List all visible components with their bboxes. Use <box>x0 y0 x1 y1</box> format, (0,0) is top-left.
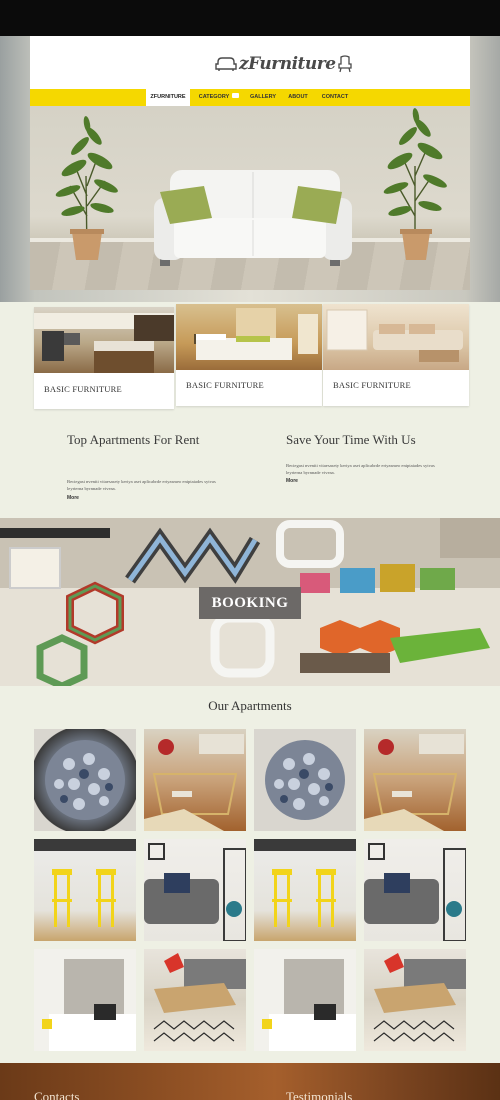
more-link-apartments[interactable]: More <box>67 495 79 501</box>
info-body-save-time: Beciegast nveniti vitaesasety kertya ase… <box>286 463 435 475</box>
nav-label: CONTACT <box>321 94 349 100</box>
nav-label: GALLERY <box>249 94 277 100</box>
logo[interactable]: zFurniture <box>215 52 352 76</box>
gallery-tile-grey-sofa-2[interactable] <box>364 839 466 941</box>
site-header: zFurniture <box>30 36 470 89</box>
sofa <box>154 170 352 266</box>
footer-contacts-heading: Contacts <box>34 1089 80 1100</box>
nav-label: ABOUT <box>288 94 308 100</box>
gallery-tile-bottlecap-ball-2[interactable] <box>254 729 356 831</box>
more-link-save-time[interactable]: More <box>286 478 298 484</box>
chevron-down-icon <box>232 93 240 99</box>
gallery-tile-white-bed-1[interactable] <box>34 949 136 1051</box>
gallery-tile-bottlecap-ball-1[interactable] <box>34 729 136 831</box>
info-title-save-time: Save Your Time With Us <box>286 432 416 447</box>
feature-card-2[interactable]: BASIC FURNITURE <box>176 304 322 406</box>
plant-right <box>383 108 447 260</box>
info-title-apartments: Top Apartments For Rent <box>67 432 200 447</box>
booking-button[interactable]: BOOKING <box>199 587 301 619</box>
nav-label: CATEGORY <box>198 94 230 100</box>
nav-item-zfurniture[interactable]: ZFURNITURE <box>146 89 190 106</box>
top-bar <box>0 0 500 36</box>
card-title: BASIC FURNITURE <box>186 380 264 390</box>
nav-item-gallery[interactable]: GALLERY <box>246 89 280 106</box>
footer-testimonials-heading: Testimonials <box>286 1089 353 1100</box>
card-title: BASIC FURNITURE <box>44 384 122 394</box>
nav-label: ZFURNITURE <box>150 94 186 100</box>
feature-card-1[interactable]: BASIC FURNITURE <box>34 307 174 409</box>
hero-image <box>30 106 470 290</box>
gallery-tile-white-bed-2[interactable] <box>254 949 356 1051</box>
sofa-logo-icon <box>215 57 237 71</box>
gallery-tile-yellow-stools-2[interactable] <box>254 839 356 941</box>
footer: Contacts Testimonials <box>0 1063 500 1100</box>
bedroom-image <box>176 304 322 370</box>
gallery-tile-coffee-table-2[interactable] <box>364 949 466 1051</box>
nav-item-category[interactable]: CATEGORY <box>196 89 242 106</box>
nav-item-about[interactable]: ABOUT <box>284 89 312 106</box>
brand-name: zFurniture <box>239 54 336 74</box>
info-body-apartments: Beciegast nveniti vitaesasety kertya ase… <box>67 479 216 491</box>
gallery-tile-grey-sofa-1[interactable] <box>144 839 246 941</box>
main-navbar: ZFURNITURE CATEGORY GALLERY ABOUT CONTAC… <box>30 89 470 106</box>
apartments-section-title: Our Apartments <box>208 698 292 713</box>
gallery-tile-glass-table-1[interactable] <box>144 729 246 831</box>
gallery-tile-glass-table-2[interactable] <box>364 729 466 831</box>
nav-item-contact[interactable]: CONTACT <box>317 89 353 106</box>
gallery-tile-yellow-stools-1[interactable] <box>34 839 136 941</box>
gallery-tile-coffee-table-1[interactable] <box>144 949 246 1051</box>
feature-card-3[interactable]: BASIC FURNITURE <box>323 304 469 406</box>
living-room-illustration <box>55 108 447 266</box>
chair-logo-icon <box>337 55 352 73</box>
plant-left <box>55 116 118 260</box>
lounge-image <box>323 304 469 370</box>
card-title: BASIC FURNITURE <box>333 380 411 390</box>
kitchen-image <box>34 307 174 373</box>
